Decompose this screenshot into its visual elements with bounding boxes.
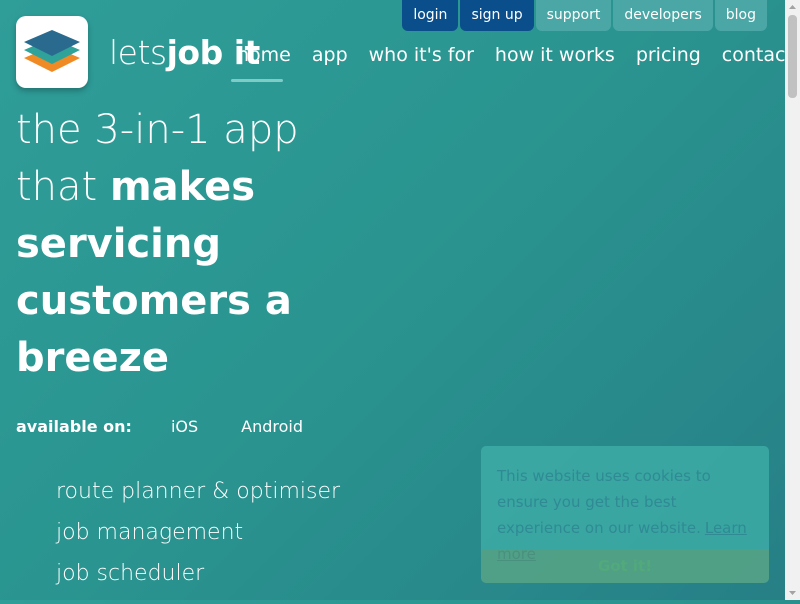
hero-line-3: servicing [16,221,221,267]
nav-pricing[interactable]: pricing [636,44,701,66]
hero-headline: the 3-in-1 app that makes servicing cust… [16,102,356,387]
feature-list: route planner & optimiser job management… [56,471,340,594]
scrollbar[interactable] [785,0,800,600]
hero-line-2: that makes [16,159,356,216]
nav-who-its-for[interactable]: who it's for [369,44,474,66]
nav-home[interactable]: home [237,44,291,66]
feature-item: job scheduler [56,561,205,586]
app-logo-icon[interactable] [16,16,88,88]
nav-contact[interactable]: contact [722,44,793,66]
developers-link[interactable]: developers [613,0,713,31]
hero-line-2-light: that [16,164,110,210]
login-button[interactable]: login [402,0,459,31]
main-nav: home app who it's for how it works prici… [237,44,793,66]
hero-line-2-bold: makes [109,164,256,210]
top-bar: login sign up support developers blog [402,0,767,31]
cookie-accept-button[interactable]: Got it! [481,549,769,583]
android-link[interactable]: Android [241,417,303,436]
scroll-up-icon[interactable] [785,0,800,15]
available-on: available on: iOS Android [16,417,346,436]
feature-item: job management [56,520,244,545]
cookie-message-text: This website uses cookies to ensure you … [497,467,711,537]
blog-link[interactable]: blog [714,0,767,31]
support-link[interactable]: support [535,0,612,31]
stacked-layers-icon [24,30,80,72]
ios-link[interactable]: iOS [171,417,198,436]
scrollbar-thumb[interactable] [788,15,797,98]
signup-button[interactable]: sign up [460,0,534,31]
scroll-down-icon[interactable] [785,585,800,600]
available-label: available on: [16,417,132,436]
cookie-banner: This website uses cookies to ensure you … [481,446,769,583]
brand-lets: lets [109,33,167,72]
feature-item: route planner & optimiser [56,479,341,504]
nav-active-indicator [231,79,283,82]
nav-app[interactable]: app [312,44,348,66]
hero-line-4: customers a [16,278,292,324]
hero-line-1: the 3-in-1 app [16,107,299,153]
nav-how-it-works[interactable]: how it works [495,44,615,66]
hero-line-5: breeze [16,335,170,381]
